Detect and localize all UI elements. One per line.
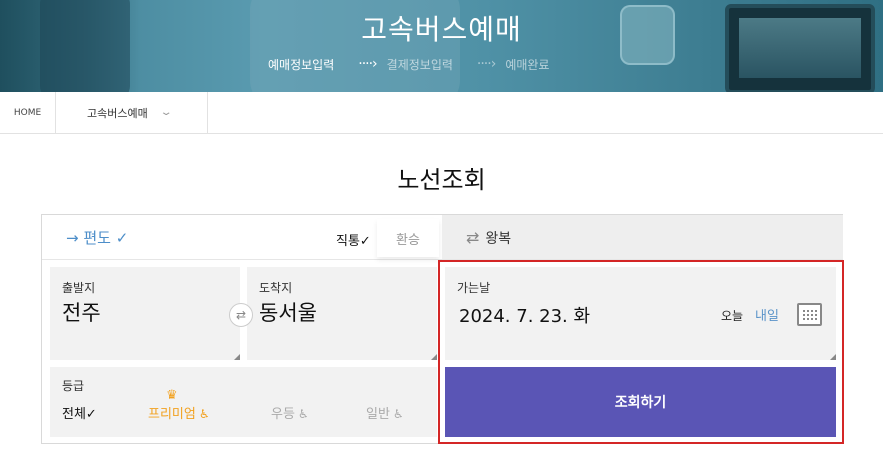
tab-roundtrip[interactable]: ⇄ 왕복 xyxy=(442,215,843,260)
page-title: 노선조회 xyxy=(397,166,486,194)
grade-label: 등급 xyxy=(62,379,85,393)
corner-marker-icon xyxy=(431,354,437,360)
step-arrow-icon: ····› xyxy=(358,56,377,72)
date-value: 2024. 7. 23. 화 xyxy=(459,306,591,327)
crown-icon: ♛ xyxy=(166,388,178,403)
step-booking-complete: 예매완료 xyxy=(505,57,550,72)
option-direct[interactable]: 직통✓ xyxy=(336,230,371,249)
swap-arrows-icon: ⇄ xyxy=(466,228,480,247)
corner-marker-icon xyxy=(830,354,836,360)
arrival-label: 도착지 xyxy=(259,281,293,295)
breadcrumb: HOME 고속버스예매 ⌄ xyxy=(0,92,883,134)
departure-value: 전주 xyxy=(62,301,101,325)
arrival-value: 동서울 xyxy=(259,301,317,325)
roundtrip-label: ⇄ 왕복 xyxy=(466,228,512,247)
route-search-form: → 편도 ✓ 직통✓ 환승 ⇄ 왕복 출발지 전주 ⇄ 도착지 동서울 가는날 2… xyxy=(41,214,844,444)
grade-selector: 등급 전체✓ ♛ 프리미엄 ♿ 우등 ♿ 일반 ♿ xyxy=(50,367,437,437)
booking-steps: 예매정보입력 ····› 결제정보입력 ····› 예매완료 xyxy=(268,56,549,72)
calendar-icon[interactable] xyxy=(797,303,822,326)
swap-button[interactable]: ⇄ xyxy=(229,303,253,327)
date-label: 가는날 xyxy=(457,281,491,295)
corner-marker-icon xyxy=(234,354,240,360)
arrival-field[interactable]: 도착지 동서울 xyxy=(247,267,437,360)
check-icon: ✓ xyxy=(115,229,129,247)
grade-option-premium[interactable]: 프리미엄 ♿ xyxy=(148,403,210,422)
oneway-label: → 편도 ✓ xyxy=(66,229,129,247)
hero-banner: 고속버스예매 예매정보입력 ····› 결제정보입력 ····› 예매완료 xyxy=(0,0,883,92)
grade-option-general[interactable]: 일반 ♿ xyxy=(366,403,404,422)
breadcrumb-home-link[interactable]: HOME xyxy=(0,92,56,133)
seat-icon: ♿ xyxy=(392,407,404,421)
step-arrow-icon: ····› xyxy=(476,56,496,72)
departure-field[interactable]: 출발지 전주 xyxy=(50,267,240,360)
tomorrow-button[interactable]: 내일 xyxy=(755,305,779,324)
grade-option-excellent[interactable]: 우등 ♿ xyxy=(271,403,309,422)
step-booking-info: 예매정보입력 xyxy=(268,57,335,72)
grade-option-all[interactable]: 전체✓ xyxy=(62,403,97,422)
tab-oneway[interactable]: → 편도 ✓ 직통✓ 환승 xyxy=(42,215,442,260)
chevron-down-icon: ⌄ xyxy=(159,107,173,118)
departure-label: 출발지 xyxy=(62,281,96,295)
breadcrumb-current-label: 고속버스예매 xyxy=(87,106,148,120)
option-transfer[interactable]: 환승 xyxy=(377,219,439,257)
date-field[interactable]: 가는날 2024. 7. 23. 화 오늘 내일 xyxy=(445,267,836,360)
seat-icon: ♿ xyxy=(297,407,309,421)
step-payment-info: 결제정보입력 xyxy=(386,57,453,72)
arrow-right-icon: → xyxy=(66,229,79,247)
seat-icon: ♿ xyxy=(198,407,210,421)
today-button[interactable]: 오늘 xyxy=(721,307,743,324)
search-button[interactable]: 조회하기 xyxy=(445,367,836,437)
hero-title: 고속버스예매 xyxy=(361,13,522,46)
breadcrumb-current-dropdown[interactable]: 고속버스예매 ⌄ xyxy=(56,92,208,133)
